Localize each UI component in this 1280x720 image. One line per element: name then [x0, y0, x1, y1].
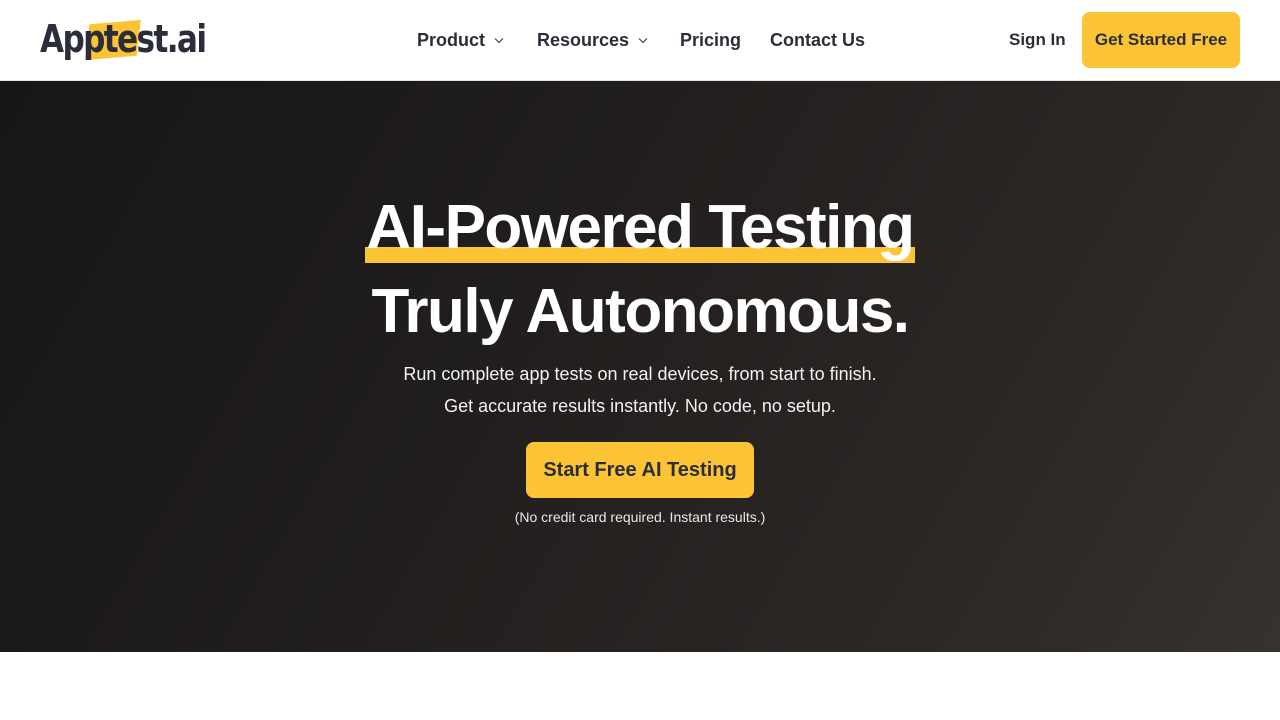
nav-item-label: Resources: [537, 29, 630, 50]
logo-wordmark: Apptest.ai: [40, 14, 207, 64]
chevron-down-icon: [638, 38, 648, 44]
logo-suffix: .ai: [166, 17, 207, 61]
hero-headline-line2: Truly Autonomous.: [371, 277, 910, 346]
hero-headline-line1: AI-Powered Testing: [0, 193, 1280, 263]
logo-highlight-text: test: [103, 17, 169, 61]
nav-item-product[interactable]: Product: [417, 26, 505, 54]
get-started-button[interactable]: Get Started Free: [1082, 12, 1240, 68]
hero-subtext-line2: Get accurate results instantly. No code,…: [444, 396, 836, 416]
hero-headline-text: AI-Powered Testing: [366, 193, 915, 262]
nav-item-contact-us[interactable]: Contact Us: [770, 26, 865, 54]
nav-item-label: Pricing: [680, 29, 742, 50]
site-header: Apptest.ai Product Resources Pricing Con…: [0, 0, 1280, 81]
hero-subtext-line1: Run complete app tests on real devices, …: [403, 364, 877, 384]
chevron-down-icon: [494, 38, 504, 44]
logo-prefix: App: [40, 17, 105, 61]
sign-in-link[interactable]: Sign In: [1000, 26, 1075, 54]
nav-item-resources[interactable]: Resources: [537, 26, 649, 54]
nav-item-label: Product: [417, 29, 486, 50]
hero-section: AI-Powered Testing Truly Autonomous. Run…: [0, 81, 1280, 652]
nav-item-label: Contact Us: [770, 29, 866, 50]
hero-note: (No credit card required. Instant result…: [514, 509, 766, 525]
start-free-ai-testing-button[interactable]: Start Free AI Testing: [526, 442, 754, 498]
nav-item-pricing[interactable]: Pricing: [680, 26, 741, 54]
logo[interactable]: Apptest.ai: [40, 14, 242, 64]
